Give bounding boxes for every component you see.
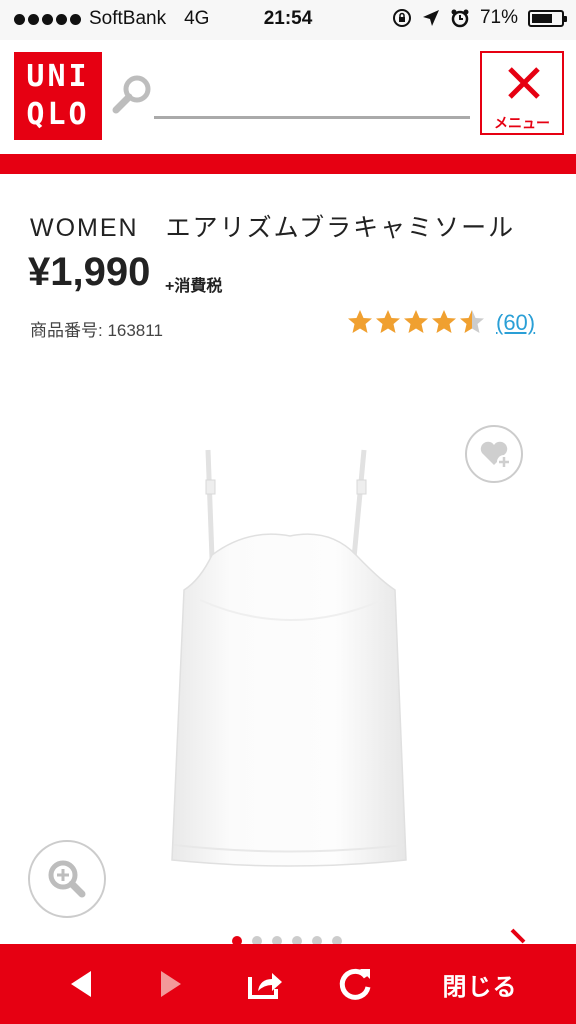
review-count-link[interactable]: (60): [496, 310, 535, 336]
reload-button[interactable]: [324, 944, 386, 1024]
logo-line-2: QLO: [26, 97, 90, 132]
site-header: UNI QLO メニュー: [0, 40, 576, 152]
status-right: 71%: [392, 7, 567, 29]
forward-button[interactable]: [140, 944, 202, 1024]
tax-note: +消費税: [165, 278, 223, 295]
share-icon: [248, 973, 282, 999]
product-price: ¥1,990: [28, 250, 151, 294]
close-icon: [508, 67, 540, 99]
zoom-in-icon: [48, 860, 86, 898]
add-favorite-button[interactable]: [465, 425, 523, 483]
alarm-icon: [451, 9, 469, 28]
back-button[interactable]: [50, 944, 112, 1024]
heart-plus-icon: [480, 441, 511, 469]
share-button[interactable]: [234, 944, 296, 1024]
reload-icon: [339, 968, 371, 1000]
zoom-button[interactable]: [28, 840, 106, 918]
star-icon: [348, 310, 372, 333]
bottom-toolbar: 閉じる: [0, 944, 576, 1024]
camisole-image[interactable]: [160, 440, 420, 880]
rating-stars: [346, 308, 486, 336]
orientation-lock-icon: [392, 9, 411, 27]
back-arrow-icon: [71, 971, 91, 997]
battery-icon: [528, 9, 567, 27]
search-icon[interactable]: [110, 72, 154, 116]
product-sku: 商品番号: 163811: [30, 321, 163, 340]
star-icon: [432, 310, 456, 333]
uniqlo-logo[interactable]: UNI QLO: [14, 52, 102, 140]
status-bar: SoftBank 4G 21:54 71%: [0, 0, 576, 40]
logo-line-1: UNI: [26, 59, 90, 94]
menu-label: メニュー: [494, 115, 550, 131]
header-divider: [0, 154, 576, 174]
close-label: 閉じる: [442, 973, 518, 1001]
search-input[interactable]: [154, 116, 470, 119]
location-arrow-icon: [422, 10, 439, 26]
star-icon: [404, 310, 428, 333]
star-icon: [460, 310, 484, 333]
menu-button[interactable]: メニュー: [480, 51, 564, 135]
product-title: WOMEN エアリズムブラキャミソール: [30, 214, 516, 242]
battery-percent: 71%: [479, 7, 518, 28]
close-button[interactable]: 閉じる: [420, 944, 540, 1024]
forward-arrow-icon: [161, 971, 181, 997]
star-icon: [376, 310, 400, 333]
